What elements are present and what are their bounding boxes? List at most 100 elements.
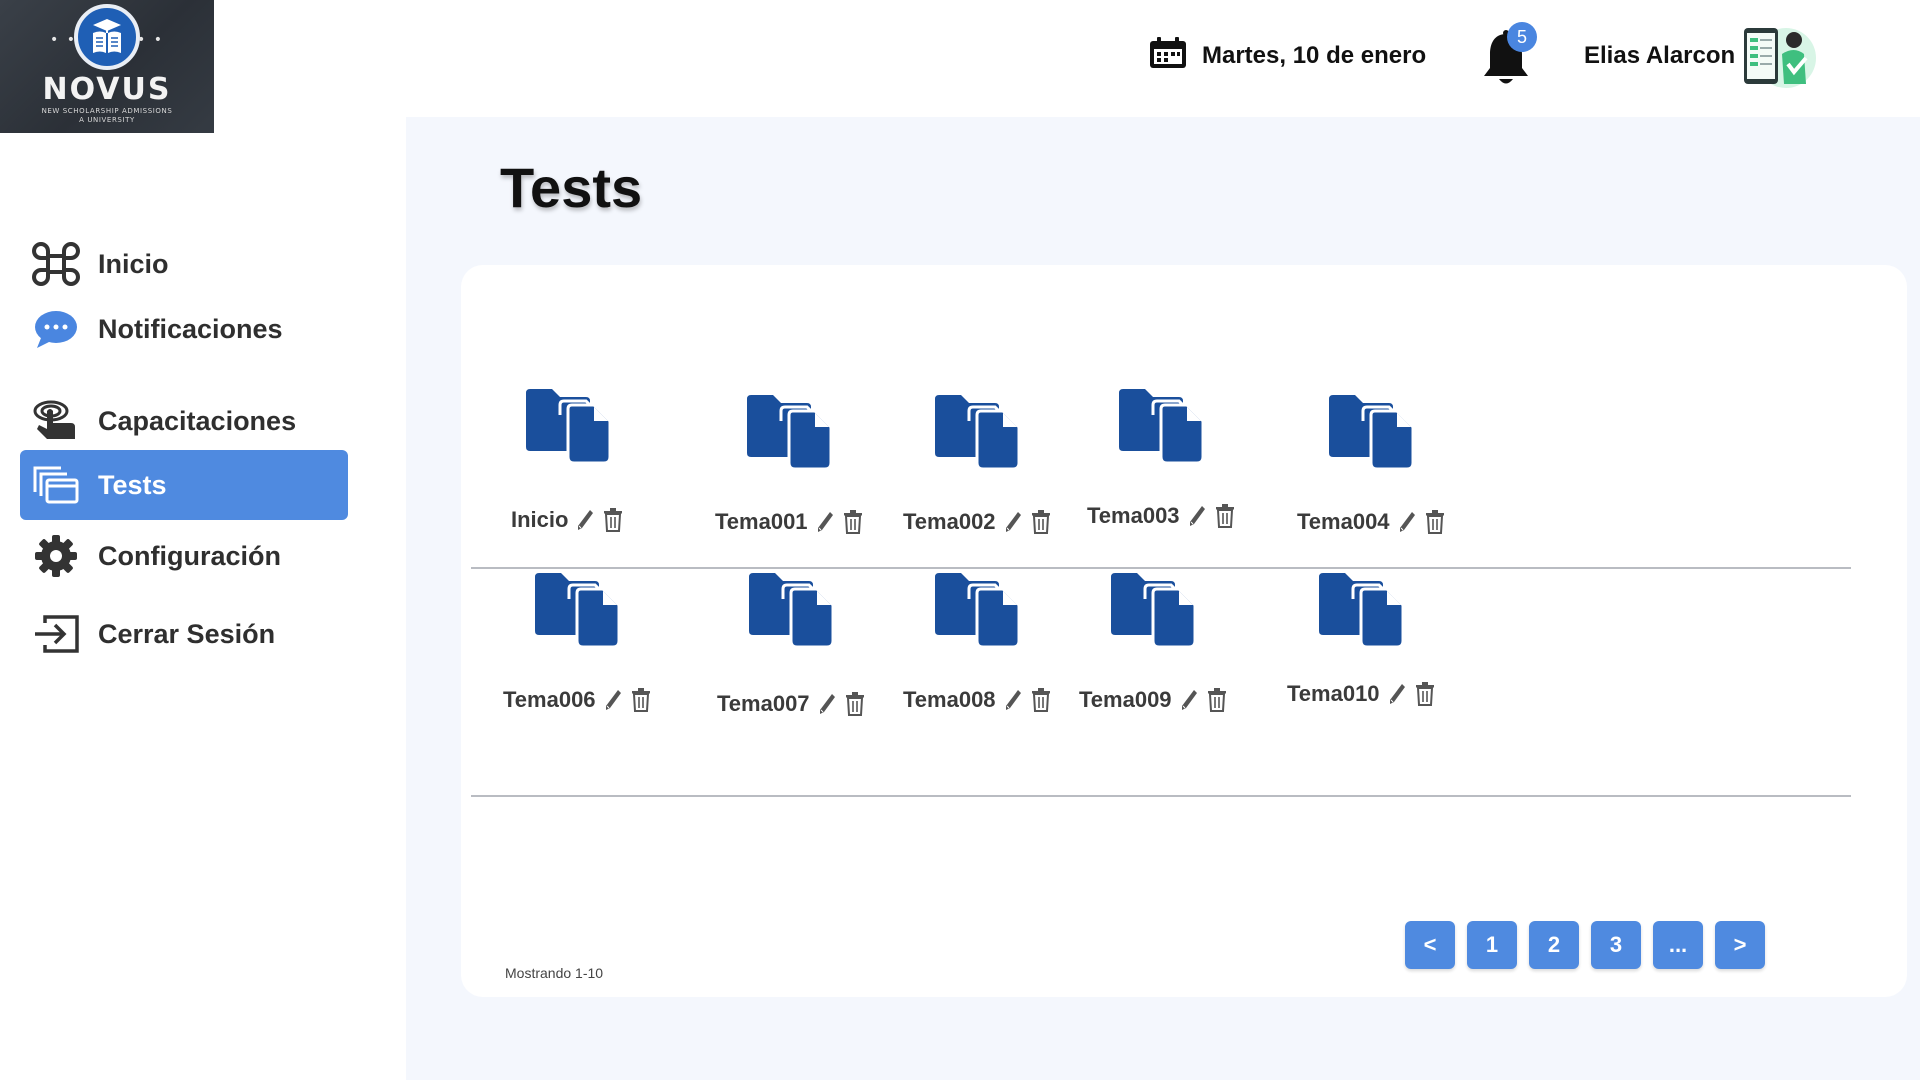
touch-hand-icon [30, 395, 82, 447]
sidebar-item-inicio[interactable]: Inicio [20, 229, 348, 299]
page-prev-button[interactable]: < [1405, 921, 1455, 969]
brand-name: NOVUS [42, 72, 172, 107]
sidebar-item-cerrar-sesion[interactable]: Cerrar Sesión [20, 599, 348, 669]
folder-tile[interactable]: Tema008 [903, 569, 1052, 713]
folder-icon[interactable] [1117, 385, 1205, 465]
folder-tile[interactable]: Tema009 [1079, 569, 1228, 713]
page-next-button[interactable]: > [1715, 921, 1765, 969]
delete-trash-icon[interactable] [1030, 510, 1052, 534]
folder-name[interactable]: Tema003 [1087, 503, 1180, 529]
folder-icon[interactable] [933, 569, 1021, 649]
folder-tile[interactable]: Tema006 [503, 569, 652, 713]
folder-tile[interactable]: Tema002 [903, 391, 1052, 535]
current-date: Martes, 10 de enero [1202, 41, 1427, 69]
folder-tile[interactable]: Tema003 [1087, 385, 1236, 529]
folder-label-row: Tema010 [1287, 681, 1436, 707]
folder-icon[interactable] [747, 569, 835, 649]
sidebar-item-label: Capacitaciones [98, 405, 297, 436]
book-graduation-icon: • • • • [50, 4, 162, 70]
edit-pencil-icon[interactable] [1186, 504, 1208, 528]
folder-icon[interactable] [745, 391, 833, 471]
folder-icon[interactable] [1327, 391, 1415, 471]
sidebar-item-notificaciones[interactable]: Notificaciones [20, 294, 348, 364]
page-more-button[interactable]: ... [1653, 921, 1703, 969]
folder-name[interactable]: Tema008 [903, 687, 996, 713]
folder-name[interactable]: Tema009 [1079, 687, 1172, 713]
delete-trash-icon[interactable] [842, 510, 864, 534]
folder-icon[interactable] [533, 569, 621, 649]
delete-trash-icon[interactable] [630, 688, 652, 712]
tests-card: Inicio Tema001 Tema002 Tema003 Tema004 T… [461, 265, 1907, 997]
user-avatar[interactable] [1736, 18, 1818, 94]
page-title: Tests [500, 156, 643, 219]
folder-label-row: Tema003 [1087, 503, 1236, 529]
pagination: < 1 2 3 ... > [1405, 921, 1765, 969]
gear-icon [30, 530, 82, 582]
edit-pencil-icon[interactable] [1178, 688, 1200, 712]
main-content: Tests Inicio Tema001 Tema002 Tema003 Tem… [406, 117, 1920, 1080]
edit-pencil-icon[interactable] [1386, 682, 1408, 706]
folder-name[interactable]: Tema004 [1297, 509, 1390, 535]
logout-icon [30, 608, 82, 660]
folder-icon[interactable] [933, 391, 1021, 471]
folder-icon[interactable] [524, 385, 612, 465]
row-divider [471, 795, 1851, 797]
row-divider [471, 567, 1851, 569]
copy-windows-icon [30, 459, 82, 511]
sidebar-item-label: Configuración [98, 540, 281, 571]
brand-subtitle-1: NEW SCHOLARSHIP ADMISSIONS [41, 107, 173, 115]
chat-bubble-icon [30, 303, 82, 355]
sidebar: Inicio Notificaciones Capacitaciones Tes… [0, 133, 406, 1080]
edit-pencil-icon[interactable] [602, 688, 624, 712]
folder-tile[interactable]: Inicio [511, 385, 624, 533]
folder-label-row: Tema002 [903, 509, 1052, 535]
sidebar-item-label: Tests [98, 469, 167, 500]
folder-tile[interactable]: Tema004 [1297, 391, 1446, 535]
folder-icon[interactable] [1109, 569, 1197, 649]
folder-icon[interactable] [1317, 569, 1405, 649]
folder-name[interactable]: Tema007 [717, 691, 810, 717]
showing-range: Mostrando 1-10 [505, 965, 604, 981]
edit-pencil-icon[interactable] [1002, 688, 1024, 712]
folder-name[interactable]: Tema010 [1287, 681, 1380, 707]
page-3-button[interactable]: 3 [1591, 921, 1641, 969]
page-1-button[interactable]: 1 [1467, 921, 1517, 969]
delete-trash-icon[interactable] [1424, 510, 1446, 534]
calendar-icon [1148, 36, 1188, 75]
edit-pencil-icon[interactable] [816, 692, 838, 716]
folder-label-row: Tema006 [503, 687, 652, 713]
sidebar-item-label: Notificaciones [98, 313, 283, 344]
folder-name[interactable]: Inicio [511, 507, 568, 533]
edit-pencil-icon[interactable] [574, 508, 596, 532]
page-2-button[interactable]: 2 [1529, 921, 1579, 969]
delete-trash-icon[interactable] [1214, 504, 1236, 528]
folder-label-row: Tema007 [717, 691, 866, 717]
brand-subtitle-2: A UNIVERSITY [79, 116, 135, 124]
folder-tile[interactable]: Tema001 [715, 391, 864, 535]
folder-label-row: Tema004 [1297, 509, 1446, 535]
sidebar-item-capacitaciones[interactable]: Capacitaciones [20, 386, 348, 456]
delete-trash-icon[interactable] [1414, 682, 1436, 706]
sidebar-item-tests[interactable]: Tests [20, 450, 348, 520]
delete-trash-icon[interactable] [1206, 688, 1228, 712]
folder-label-row: Tema001 [715, 509, 864, 535]
user-name[interactable]: Elias Alarcon [1584, 42, 1735, 70]
folder-label-row: Tema009 [1079, 687, 1228, 713]
folder-name[interactable]: Tema006 [503, 687, 596, 713]
folder-name[interactable]: Tema002 [903, 509, 996, 535]
delete-trash-icon[interactable] [602, 508, 624, 532]
folder-name[interactable]: Tema001 [715, 509, 808, 535]
folder-tile[interactable]: Tema007 [717, 569, 866, 717]
delete-trash-icon[interactable] [844, 692, 866, 716]
edit-pencil-icon[interactable] [1396, 510, 1418, 534]
date-display: Martes, 10 de enero [1148, 36, 1426, 75]
delete-trash-icon[interactable] [1030, 688, 1052, 712]
sidebar-item-configuracion[interactable]: Configuración [20, 521, 348, 591]
sidebar-item-label: Inicio [98, 248, 169, 279]
folder-tile[interactable]: Tema010 [1287, 569, 1436, 707]
notification-count-badge: 5 [1507, 22, 1537, 52]
folder-label-row: Inicio [511, 507, 624, 533]
edit-pencil-icon[interactable] [1002, 510, 1024, 534]
brand-logo[interactable]: • • • • NOVUS NEW SCHOLARSHIP ADMISSIONS… [0, 0, 214, 133]
edit-pencil-icon[interactable] [814, 510, 836, 534]
